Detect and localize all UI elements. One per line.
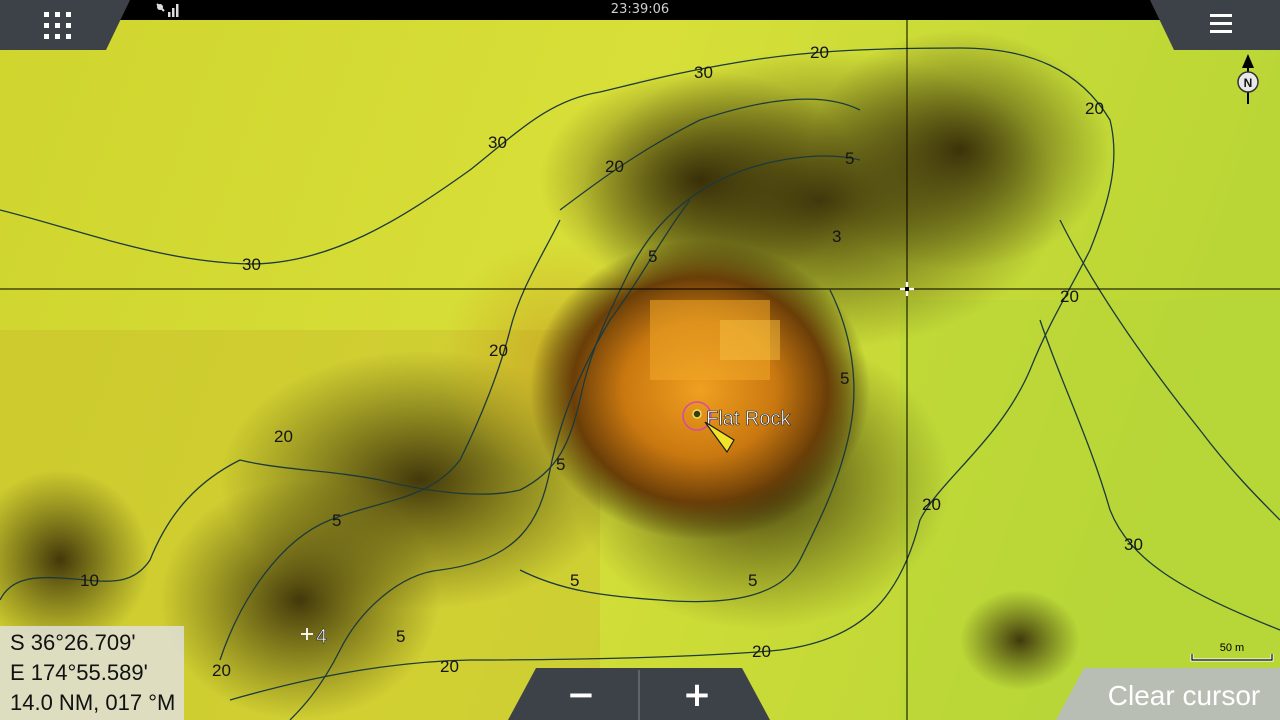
clock: 23:39:06 bbox=[610, 2, 670, 17]
depth-label: 20 bbox=[922, 495, 941, 514]
depth-label: 20 bbox=[1085, 99, 1104, 118]
depth-label: 20 bbox=[489, 341, 508, 360]
status-bar: 23:39:06 bbox=[0, 0, 1280, 20]
north-arrow-icon[interactable]: N bbox=[1234, 52, 1262, 108]
north-label: N bbox=[1244, 76, 1253, 90]
cursor-range-bearing: 14.0 NM, 017 °M bbox=[10, 690, 176, 715]
zoom-in-button[interactable]: + bbox=[642, 674, 752, 720]
depth-label: 20 bbox=[274, 427, 293, 446]
depth-label: 30 bbox=[242, 255, 261, 274]
depth-label: 5 bbox=[748, 571, 757, 590]
depth-label: 20 bbox=[212, 661, 231, 680]
depth-label: 30 bbox=[694, 63, 713, 82]
hamburger-menu-icon[interactable] bbox=[1210, 14, 1232, 34]
chart-map[interactable]: 30 30 30 20 20 20 20 20 20 20 20 20 30 5… bbox=[0, 0, 1280, 720]
waypoint-label: Flat Rock bbox=[706, 408, 791, 430]
depth-label: 20 bbox=[752, 642, 771, 661]
depth-label: 20 bbox=[605, 157, 624, 176]
depth-label: 5 bbox=[556, 455, 565, 474]
depth-label: 5 bbox=[648, 247, 657, 266]
depth-label: 20 bbox=[1060, 287, 1079, 306]
depth-label: 5 bbox=[840, 369, 849, 388]
depth-label: 10 bbox=[80, 571, 99, 590]
clear-cursor-button[interactable]: Clear cursor bbox=[1088, 676, 1280, 716]
depth-label: 30 bbox=[1124, 535, 1143, 554]
grid-icon[interactable] bbox=[44, 12, 72, 40]
depth-label: 5 bbox=[396, 627, 405, 646]
cursor-latitude: S 36°26.709' bbox=[10, 630, 136, 655]
rock-depth-label: 4 bbox=[316, 626, 327, 648]
depth-label: 5 bbox=[332, 511, 341, 530]
cursor-position-panel: S 36°26.709' E 174°55.589' 14.0 NM, 017 … bbox=[0, 626, 184, 720]
depth-label: 20 bbox=[810, 43, 829, 62]
cursor-longitude: E 174°55.589' bbox=[10, 660, 148, 685]
depth-label: 5 bbox=[570, 571, 579, 590]
depth-label: 5 bbox=[845, 149, 854, 168]
zoom-out-button[interactable]: − bbox=[526, 674, 636, 720]
depth-label: 30 bbox=[488, 133, 507, 152]
depth-label: 20 bbox=[440, 657, 459, 676]
depth-label: 3 bbox=[832, 227, 841, 246]
scale-label: 50 m bbox=[1219, 642, 1245, 654]
